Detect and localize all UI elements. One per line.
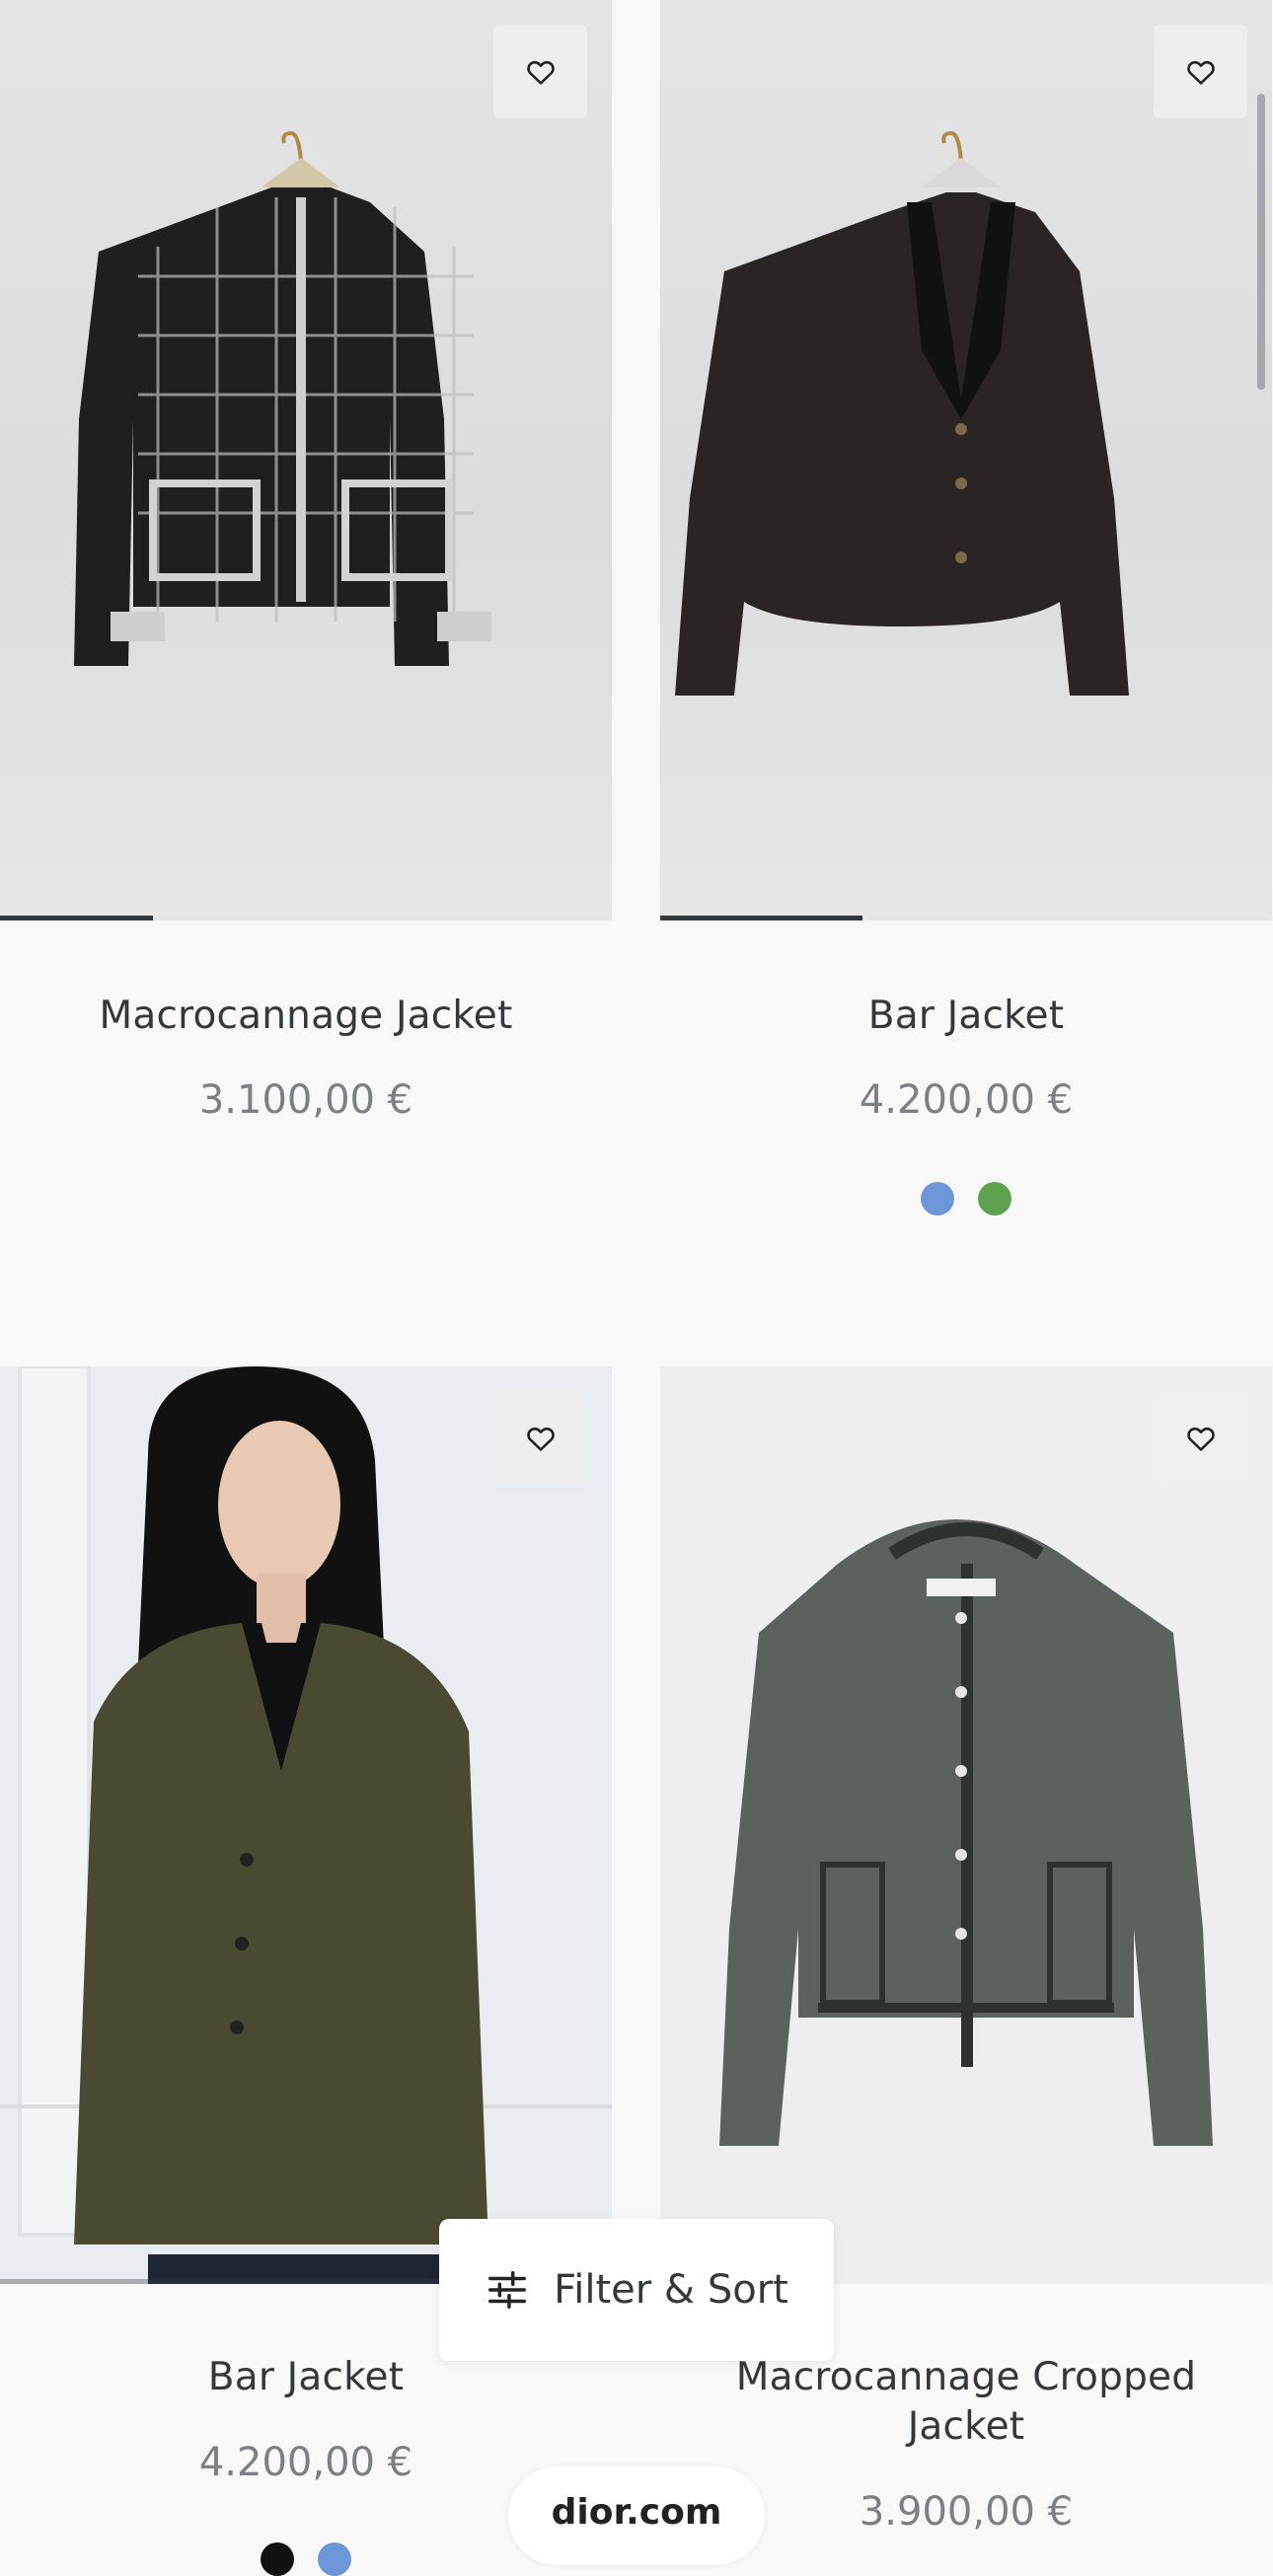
- color-swatches: [660, 1182, 1272, 1215]
- favorite-button[interactable]: [493, 1391, 587, 1485]
- filter-sort-button[interactable]: Filter & Sort: [439, 2219, 834, 2361]
- product-price: 4.200,00 €: [859, 1077, 1074, 1123]
- heart-icon: [526, 60, 555, 85]
- product-image[interactable]: [660, 1366, 1272, 2284]
- favorite-button[interactable]: [1154, 25, 1247, 118]
- color-swatch-black[interactable]: [261, 2542, 294, 2576]
- jacket-illustration: [719, 1519, 1213, 2146]
- jacket-illustration: [74, 130, 491, 666]
- product-price: 4.200,00 €: [198, 2440, 413, 2485]
- browser-url-bar[interactable]: dior.com: [508, 2466, 765, 2565]
- heart-icon: [526, 1427, 555, 1451]
- image-carousel-progress: [0, 916, 153, 920]
- model-illustration: [0, 1366, 612, 2284]
- product-image[interactable]: [0, 1366, 612, 2284]
- product-name[interactable]: Macrocannage Jacket: [0, 992, 612, 1041]
- product-name[interactable]: Bar Jacket: [660, 992, 1272, 1041]
- browser-url: dior.com: [551, 2492, 722, 2533]
- color-swatch-blue[interactable]: [318, 2542, 351, 2576]
- image-carousel-progress: [660, 916, 862, 920]
- color-swatch-green[interactable]: [978, 1182, 1011, 1215]
- filter-sort-label: Filter & Sort: [554, 2267, 788, 2313]
- product-price: 3.100,00 €: [198, 1077, 413, 1123]
- heart-icon: [1186, 1427, 1215, 1451]
- scrollbar[interactable]: [1257, 94, 1265, 390]
- sliders-icon: [488, 2271, 527, 2309]
- heart-icon: [1186, 60, 1215, 85]
- favorite-button[interactable]: [1154, 1391, 1247, 1485]
- favorite-button[interactable]: [493, 25, 587, 118]
- jacket-illustration: [675, 130, 1129, 696]
- product-image[interactable]: [660, 0, 1272, 920]
- product-image[interactable]: [0, 0, 612, 920]
- color-swatch-blue[interactable]: [921, 1182, 954, 1215]
- product-name[interactable]: Macrocannage Cropped Jacket: [719, 2353, 1213, 2452]
